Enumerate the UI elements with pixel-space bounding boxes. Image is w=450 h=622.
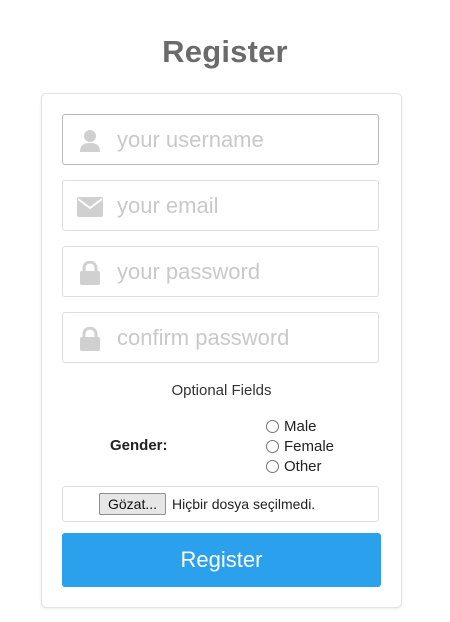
email-field[interactable] bbox=[62, 180, 379, 231]
user-icon bbox=[77, 128, 103, 154]
username-field[interactable] bbox=[62, 114, 379, 165]
gender-option-other[interactable]: Other bbox=[266, 456, 334, 476]
confirm-password-field[interactable] bbox=[62, 312, 379, 363]
username-input[interactable] bbox=[117, 123, 367, 157]
email-input[interactable] bbox=[117, 189, 367, 223]
file-status-text: Hiçbir dosya seçilmedi. bbox=[172, 496, 316, 512]
lock-icon bbox=[77, 326, 103, 352]
file-upload-field: Gözat... Hiçbir dosya seçilmedi. bbox=[62, 486, 379, 522]
gender-radio-female[interactable] bbox=[266, 439, 279, 453]
gender-option-label: Female bbox=[284, 437, 335, 455]
browse-file-button[interactable]: Gözat... bbox=[99, 493, 167, 515]
gender-radio-group: Male Female Other bbox=[266, 416, 334, 476]
register-button[interactable]: Register bbox=[62, 533, 381, 587]
gender-label: Gender: bbox=[110, 437, 168, 454]
page-title: Register bbox=[162, 34, 288, 69]
password-input[interactable] bbox=[117, 255, 367, 289]
gender-option-male[interactable]: Male bbox=[266, 416, 334, 436]
password-field[interactable] bbox=[62, 246, 379, 297]
confirm-password-input[interactable] bbox=[117, 321, 367, 355]
gender-option-female[interactable]: Female bbox=[266, 436, 334, 456]
gender-option-label: Other bbox=[284, 457, 322, 475]
register-form: Optional Fields Gender: Male Female Othe… bbox=[41, 93, 402, 608]
lock-icon bbox=[77, 260, 103, 286]
optional-fields-label: Optional Fields bbox=[171, 382, 272, 399]
envelope-icon bbox=[77, 194, 103, 220]
gender-option-label: Male bbox=[284, 417, 317, 435]
gender-radio-male[interactable] bbox=[266, 419, 279, 433]
gender-radio-other[interactable] bbox=[266, 459, 279, 473]
